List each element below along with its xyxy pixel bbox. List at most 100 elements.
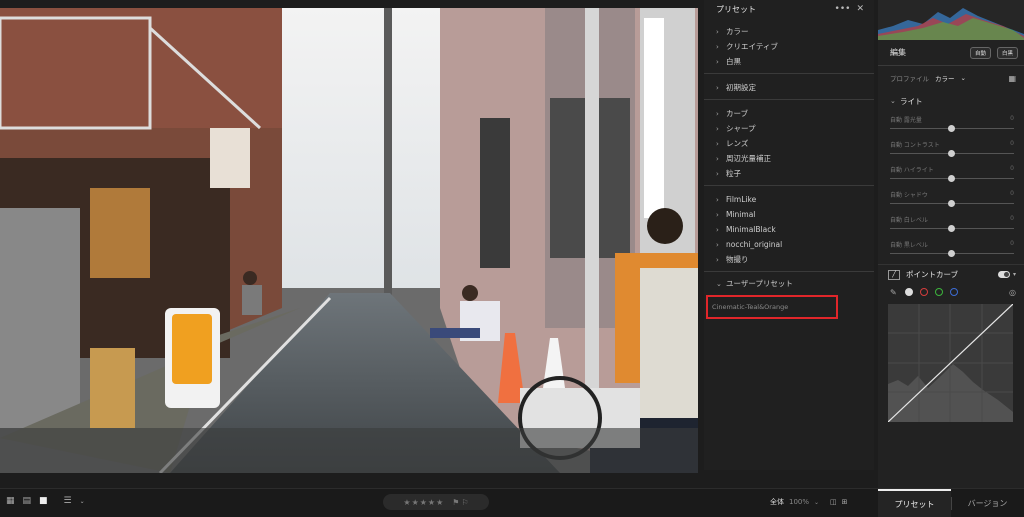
contrast-slider[interactable]: 自動 コントラスト 0 bbox=[878, 137, 1024, 162]
chevron-down-icon: ⌄ bbox=[716, 279, 722, 288]
before-after-icon[interactable]: ⊞ bbox=[842, 498, 848, 506]
preset-category[interactable]: › カーブ bbox=[704, 106, 874, 121]
chevron-right-icon: › bbox=[716, 210, 719, 219]
preset-category[interactable]: › シャープ bbox=[704, 121, 874, 136]
preset-group-effects: › カーブ › シャープ › レンズ › 周辺光量補正 › 粒子 bbox=[704, 100, 874, 186]
tone-curve-svg bbox=[887, 303, 1014, 423]
channel-green[interactable] bbox=[934, 288, 943, 296]
chevron-down-icon[interactable]: ⌄ bbox=[80, 498, 85, 505]
target-adjust-icon[interactable]: ◎ bbox=[1009, 288, 1016, 297]
point-curve-toggle[interactable] bbox=[997, 271, 1010, 278]
presets-title: プリセット bbox=[716, 4, 756, 14]
rating-control[interactable]: ★★★★★ ⚑ ⚐ bbox=[383, 494, 489, 510]
preset-category[interactable]: › MinimalBlack bbox=[704, 222, 874, 237]
preset-category[interactable]: › 粒子 bbox=[704, 166, 874, 181]
chevron-down-icon[interactable]: ⌄ bbox=[814, 499, 819, 506]
exposure-slider[interactable]: 自動 露光量 0 bbox=[878, 112, 1024, 137]
preset-category[interactable]: › 白黒 bbox=[704, 54, 874, 69]
channel-blue[interactable] bbox=[949, 288, 958, 296]
square-grid-icon[interactable]: ▤ bbox=[23, 496, 32, 506]
channel-rgb[interactable] bbox=[904, 288, 913, 296]
presets-panel: プリセット ••• ✕ › カラー › クリエイティブ › 白黒 › 初期設定 › カーブ… bbox=[704, 0, 874, 470]
histogram bbox=[878, 0, 1024, 40]
preset-category[interactable]: › nocchi_original bbox=[704, 237, 874, 252]
chevron-right-icon: › bbox=[716, 255, 719, 264]
photo-canvas[interactable] bbox=[0, 8, 698, 473]
bottom-toolbar: ▦ ▤ ■ ☰ ⌄ ★★★★★ ⚑ ⚐ 全体 100% ⌄ ◫ ⊞ プリセット … bbox=[0, 488, 1024, 517]
flag-reject-icon[interactable]: ⚐ bbox=[461, 498, 468, 507]
grid-view-icon[interactable]: ▦ bbox=[6, 496, 15, 506]
chevron-right-icon: › bbox=[716, 225, 719, 234]
preset-category[interactable]: › 物撮り bbox=[704, 252, 874, 267]
chevron-right-icon: › bbox=[716, 195, 719, 204]
profile-label: プロファイル bbox=[890, 75, 929, 83]
slider-knob[interactable] bbox=[948, 200, 955, 207]
chevron-right-icon: › bbox=[716, 109, 719, 118]
user-preset-item[interactable]: Cinematic-Teal&Orange bbox=[706, 295, 838, 319]
preset-category[interactable]: › FilmLike bbox=[704, 192, 874, 207]
zoom-controls: 全体 100% ⌄ ◫ ⊞ bbox=[770, 497, 848, 507]
view-mode-controls: ▦ ▤ ■ ☰ ⌄ bbox=[6, 496, 85, 506]
black-white-button[interactable]: 白黒 bbox=[996, 46, 1018, 59]
profile-row: プロファイル カラー ⌄ ▦ bbox=[878, 66, 1024, 90]
chevron-down-icon[interactable]: ⌄ bbox=[961, 74, 966, 82]
tab-presets[interactable]: プリセット bbox=[878, 489, 951, 517]
auto-button[interactable]: 自動 bbox=[969, 46, 991, 59]
presets-header: プリセット ••• ✕ bbox=[704, 0, 874, 18]
chevron-right-icon: › bbox=[716, 154, 719, 163]
profile-select[interactable]: カラー bbox=[935, 73, 955, 83]
edit-header: 編集 自動 白黒 bbox=[878, 40, 1024, 66]
loupe-view-icon[interactable]: ■ bbox=[39, 496, 48, 506]
slider-knob[interactable] bbox=[948, 175, 955, 182]
chevron-right-icon: › bbox=[716, 27, 719, 36]
shadows-slider[interactable]: 自動 シャドウ 0 bbox=[878, 187, 1024, 212]
sort-icon[interactable]: ☰ bbox=[64, 496, 72, 506]
star-rating[interactable]: ★★★★★ bbox=[403, 498, 444, 507]
user-presets-group[interactable]: ⌄ ユーザープリセット bbox=[704, 276, 874, 291]
chevron-right-icon: › bbox=[716, 169, 719, 178]
tab-versions[interactable]: バージョン bbox=[951, 489, 1024, 517]
highlights-slider[interactable]: 自動 ハイライト 0 bbox=[878, 162, 1024, 187]
compare-icon[interactable]: ◫ bbox=[830, 498, 837, 506]
slider-knob[interactable] bbox=[948, 250, 955, 257]
edit-title: 編集 bbox=[890, 48, 906, 57]
lightroom-window: プリセット ••• ✕ › カラー › クリエイティブ › 白黒 › 初期設定 › カーブ… bbox=[0, 0, 1024, 517]
chevron-right-icon: › bbox=[716, 139, 719, 148]
slider-knob[interactable] bbox=[948, 225, 955, 232]
preset-group-defaults: › 初期設定 bbox=[704, 74, 874, 100]
preset-category[interactable]: › レンズ bbox=[704, 136, 874, 151]
point-curve-header[interactable]: ╱ ポイントカーブ ▾ bbox=[878, 264, 1024, 284]
fit-button[interactable]: 全体 bbox=[770, 497, 784, 507]
zoom-value[interactable]: 100% bbox=[789, 498, 809, 506]
chevron-down-icon[interactable]: ▾ bbox=[1013, 271, 1016, 278]
light-section-header[interactable]: ⌄ ライト bbox=[878, 90, 1024, 112]
preset-group-basic: › カラー › クリエイティブ › 白黒 bbox=[704, 18, 874, 74]
preset-group-custom: › FilmLike › Minimal › MinimalBlack › nocchi… bbox=[704, 186, 874, 272]
tone-curve-graph[interactable] bbox=[887, 303, 1014, 423]
blacks-slider[interactable]: 自動 黒レベル 0 bbox=[878, 237, 1024, 262]
chevron-down-icon: ⌄ bbox=[890, 97, 896, 105]
pen-icon[interactable]: ✎ bbox=[890, 288, 897, 297]
curve-channel-row: ✎ ◎ bbox=[878, 284, 1024, 300]
channel-red[interactable] bbox=[919, 288, 928, 296]
preset-category[interactable]: › 周辺光量補正 bbox=[704, 151, 874, 166]
more-options-icon[interactable]: ••• bbox=[835, 4, 851, 14]
chevron-right-icon: › bbox=[716, 42, 719, 51]
flag-pick-icon[interactable]: ⚑ bbox=[452, 498, 459, 507]
histogram-graph bbox=[878, 8, 1024, 40]
preset-category[interactable]: › カラー bbox=[704, 24, 874, 39]
slider-knob[interactable] bbox=[948, 125, 955, 132]
slider-knob[interactable] bbox=[948, 150, 955, 157]
preset-category[interactable]: › 初期設定 bbox=[704, 80, 874, 95]
close-icon[interactable]: ✕ bbox=[856, 4, 864, 14]
chevron-right-icon: › bbox=[716, 83, 719, 92]
curve-icon: ╱ bbox=[888, 269, 900, 280]
street-photo bbox=[0, 8, 698, 473]
edit-panel: 編集 自動 白黒 プロファイル カラー ⌄ ▦ ⌄ ライト 自動 露光量 0 自… bbox=[878, 0, 1024, 488]
preset-category[interactable]: › Minimal bbox=[704, 207, 874, 222]
chevron-right-icon: › bbox=[716, 240, 719, 249]
profile-browser-icon[interactable]: ▦ bbox=[1008, 74, 1016, 83]
whites-slider[interactable]: 自動 白レベル 0 bbox=[878, 212, 1024, 237]
preset-category[interactable]: › クリエイティブ bbox=[704, 39, 874, 54]
chevron-right-icon: › bbox=[716, 57, 719, 66]
